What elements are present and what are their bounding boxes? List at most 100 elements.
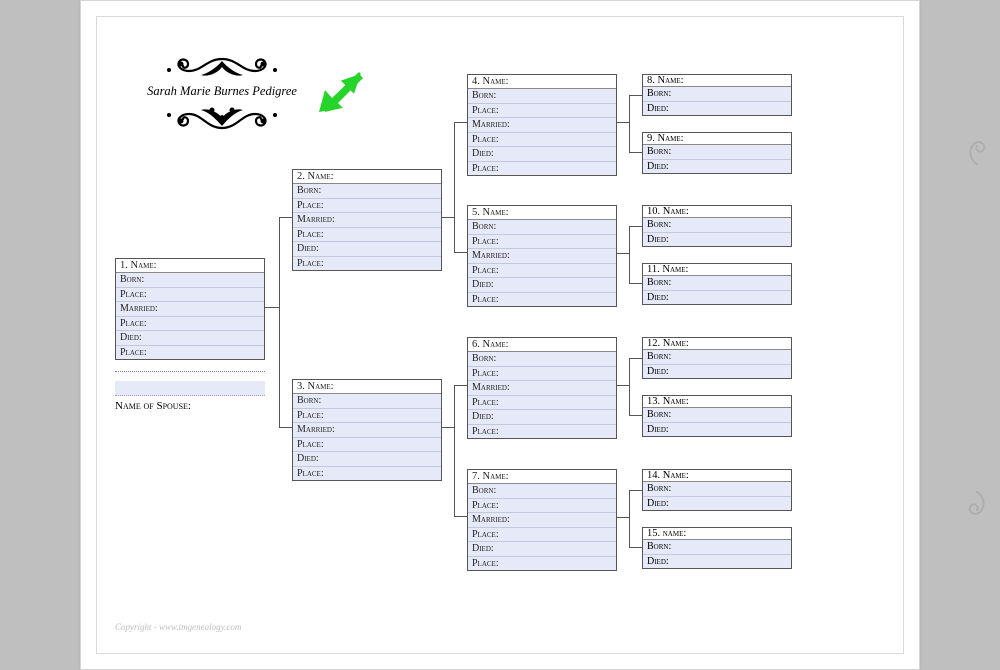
- field-born: Born:: [643, 87, 791, 102]
- field-married: Married:: [293, 213, 441, 228]
- box-name: 13. Name:: [643, 396, 791, 408]
- dotted-line: [115, 371, 265, 372]
- field-married: Married:: [116, 302, 264, 317]
- field-died: Died:: [293, 452, 441, 467]
- field-place: Place:: [293, 438, 441, 453]
- field-place: Place:: [293, 199, 441, 214]
- box-name: 5. Name:: [468, 206, 616, 220]
- person-box-9: 9. Name: Born: Died:: [642, 132, 792, 174]
- field-died: Died:: [643, 365, 791, 379]
- connector: [629, 547, 642, 548]
- field-place: Place:: [468, 104, 616, 119]
- field-born: Born:: [643, 350, 791, 365]
- field-born: Born:: [643, 145, 791, 160]
- field-born: Born:: [643, 276, 791, 291]
- connector: [279, 217, 280, 427]
- connector: [617, 517, 629, 518]
- field-born: Born:: [468, 352, 616, 367]
- connector: [454, 516, 467, 517]
- field-born: Born:: [293, 184, 441, 199]
- connector: [279, 217, 292, 218]
- person-box-14: 14. Name: Born: Died:: [642, 469, 792, 511]
- person-box-8: 8. Name: Born: Died:: [642, 74, 792, 116]
- title-block: Sarah Marie Burnes Pedigree: [117, 57, 327, 130]
- field-born: Born:: [468, 220, 616, 235]
- field-died: Died:: [468, 410, 616, 425]
- field-place: Place:: [293, 257, 441, 271]
- field-died: Died:: [643, 233, 791, 247]
- connector: [454, 122, 467, 123]
- spouse-line: [115, 381, 265, 396]
- field-married: Married:: [468, 513, 616, 528]
- person-box-3: 3. Name: Born: Place: Married: Place: Di…: [292, 379, 442, 481]
- field-place: Place:: [116, 317, 264, 332]
- field-born: Born:: [468, 89, 616, 104]
- field-born: Born:: [116, 273, 264, 288]
- box-name: 10. Name:: [643, 206, 791, 218]
- field-place: Place:: [293, 409, 441, 424]
- box-name: 7. Name:: [468, 470, 616, 484]
- page: Sarah Marie Burnes Pedigree: [80, 0, 920, 670]
- person-box-2: 2. Name: Born: Place: Married: Place: Di…: [292, 169, 442, 271]
- connector: [617, 122, 629, 123]
- canvas: Sarah Marie Burnes Pedigree: [97, 17, 903, 653]
- field-died: Died:: [468, 542, 616, 557]
- field-born: Born:: [468, 484, 616, 499]
- spouse-label: Name of Spouse:: [115, 400, 191, 412]
- field-married: Married:: [468, 118, 616, 133]
- connector: [629, 490, 630, 547]
- field-place: Place:: [468, 133, 616, 148]
- copyright: Copyright - www.tmgenealogy.com: [115, 622, 241, 632]
- connector: [629, 226, 630, 283]
- connector: [629, 152, 642, 153]
- person-box-13: 13. Name: Born: Died:: [642, 395, 792, 437]
- field-place: Place:: [468, 264, 616, 279]
- field-died: Died:: [468, 147, 616, 162]
- curl-top-icon: [966, 140, 988, 171]
- person-box-15: 15. name: Born: Died:: [642, 527, 792, 569]
- arrow-icon: [315, 72, 365, 119]
- field-died: Died:: [643, 160, 791, 174]
- person-box-10: 10. Name: Born: Died:: [642, 205, 792, 247]
- field-born: Born:: [643, 218, 791, 233]
- box-name: 8. Name:: [643, 75, 791, 87]
- box-name: 6. Name:: [468, 338, 616, 352]
- field-place: Place:: [468, 162, 616, 176]
- connector: [629, 490, 642, 491]
- person-box-5: 5. Name: Born: Place: Married: Place: Di…: [467, 205, 617, 307]
- connector: [265, 307, 279, 308]
- field-place: Place:: [293, 228, 441, 243]
- field-place: Place:: [468, 528, 616, 543]
- connector: [629, 415, 642, 416]
- connector: [629, 358, 630, 415]
- ornament-bottom-icon: [117, 100, 327, 130]
- field-died: Died:: [293, 242, 441, 257]
- field-married: Married:: [468, 381, 616, 396]
- connector: [629, 358, 642, 359]
- connector: [442, 217, 454, 218]
- field-died: Died:: [643, 291, 791, 305]
- field-born: Born:: [643, 408, 791, 423]
- box-name: 3. Name:: [293, 380, 441, 394]
- field-died: Died:: [643, 423, 791, 437]
- ornament-top-icon: [117, 57, 327, 83]
- field-married: Married:: [468, 249, 616, 264]
- inner-border: Sarah Marie Burnes Pedigree: [96, 16, 904, 654]
- box-name: 1. Name:: [116, 259, 264, 273]
- person-box-11: 11. Name: Born: Died:: [642, 263, 792, 305]
- connector: [629, 95, 630, 152]
- connector: [442, 427, 454, 428]
- connector: [629, 95, 642, 96]
- field-married: Married:: [293, 423, 441, 438]
- box-name: 15. name:: [643, 528, 791, 540]
- box-name: 12. Name:: [643, 338, 791, 350]
- box-name: 9. Name:: [643, 133, 791, 145]
- box-name: 2. Name:: [293, 170, 441, 184]
- connector: [629, 283, 642, 284]
- field-died: Died:: [116, 331, 264, 346]
- field-place: Place:: [468, 367, 616, 382]
- person-box-4: 4. Name: Born: Place: Married: Place: Di…: [467, 74, 617, 176]
- connector: [617, 385, 629, 386]
- connector: [279, 427, 292, 428]
- field-place: Place:: [468, 293, 616, 307]
